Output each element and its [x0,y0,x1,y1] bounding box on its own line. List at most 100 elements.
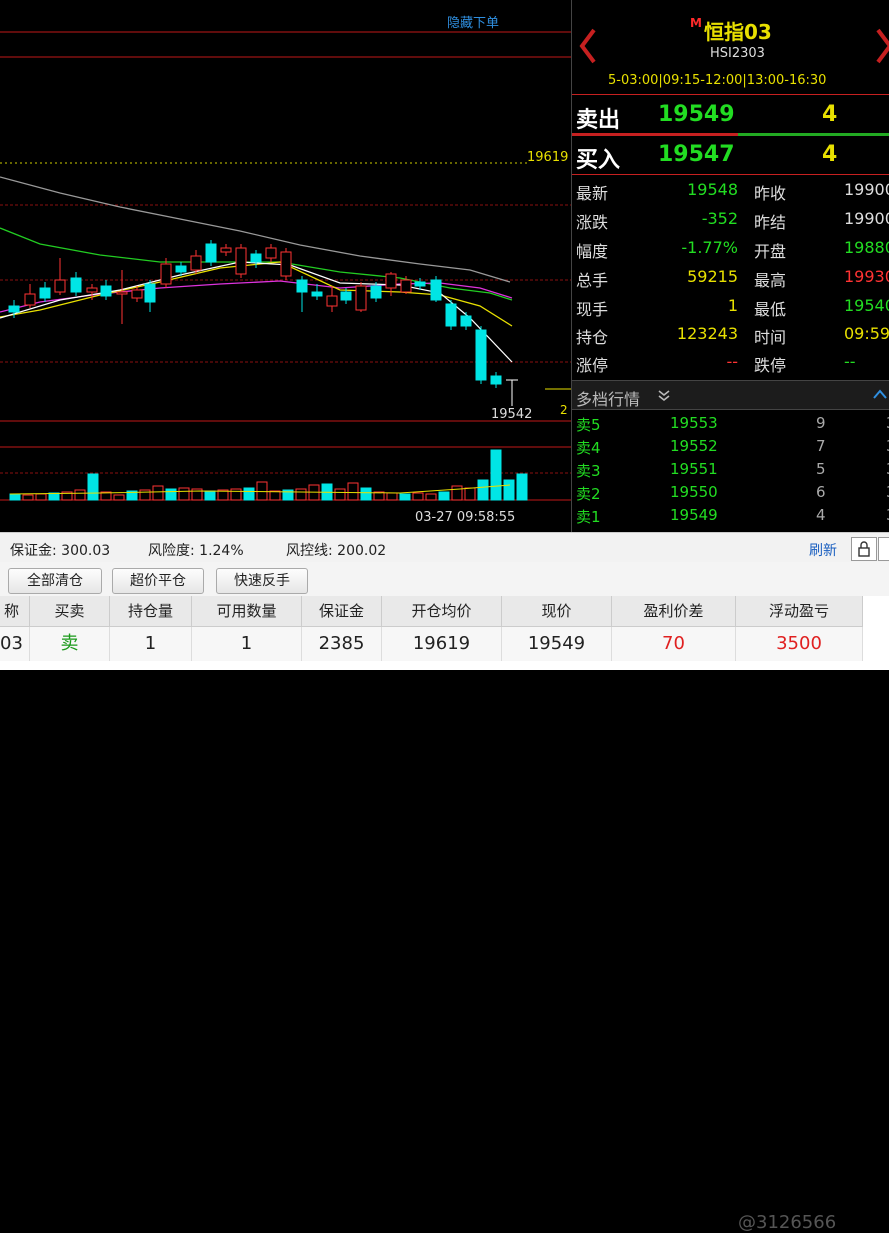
stat-value: 09:59:11 [844,324,889,343]
candle-body [445,303,457,327]
candle-body [86,287,98,293]
stat-value: 59215 [687,267,738,286]
buy-volume: 4 [822,142,838,167]
expand-chevron-icon[interactable] [656,389,672,403]
quick-reverse-button[interactable]: 快速反手 [216,568,308,594]
depth-row[interactable]: 卖11954943 [572,506,889,528]
volume-bar [256,481,268,501]
table-cell: 03 [0,627,30,661]
candle-body [370,285,382,299]
refresh-link[interactable]: 刷新 [809,540,837,560]
sell-row[interactable]: 卖出 19549 4 [572,98,889,134]
volume-bar [230,488,242,501]
candle-body [24,293,36,306]
stat-label: 总手 [576,271,609,290]
stat-value: -352 [701,209,738,228]
contract-code: HSI2303 [710,46,765,61]
watermark: @3126566 [738,1212,837,1233]
column-header[interactable]: 开仓均价 [382,596,502,627]
depth-price: 19549 [670,506,718,524]
depth-row[interactable]: 卖21955063 [572,483,889,505]
window-icon[interactable] [878,537,889,561]
close-all-button[interactable]: 全部清仓 [8,568,102,594]
buy-row[interactable]: 买入 19547 4 [572,138,889,174]
table-cell: 1 [110,627,192,661]
trading-session: 5-03:00|09:15-12:00|13:00-16:30 [608,73,827,88]
column-header[interactable]: 盈利价差 [612,596,736,627]
candle-body [430,279,442,301]
depth-price: 19550 [670,483,718,501]
kline-svg [0,31,571,501]
volume-bar [87,473,99,501]
lock-icon[interactable] [851,537,877,561]
volume-bar [516,473,528,501]
depth-price: 19551 [670,460,718,478]
depth-row[interactable]: 卖41955273 [572,437,889,459]
table-cell: 2385 [302,627,382,661]
depth-label: 卖1 [576,508,601,526]
stat-label: 涨跌 [576,213,609,232]
stat-value: -1.77% [681,238,738,257]
account-bar: 保证金: 300.03 风险度: 1.24% 风控线: 200.02 刷新 [0,532,889,563]
stat-label: 持仓 [576,328,609,347]
candle-body [296,279,308,293]
margin-text: 保证金: 300.03 [10,543,111,559]
buy-label: 买入 [576,148,621,173]
depth-header[interactable]: 多档行情 [572,380,889,410]
depth-price: 19553 [670,414,718,432]
volume-bar [74,489,86,501]
stat-label: 幅度 [576,242,609,261]
depth-label: 卖4 [576,439,601,457]
stat-label: 最新 [576,184,609,203]
stat-value: 123243 [676,324,738,343]
candle-body [175,265,187,273]
column-header[interactable]: 保证金 [302,596,382,627]
candle-body [131,289,143,299]
column-header[interactable]: 可用数量 [192,596,302,627]
volume-bar [464,487,476,501]
button-bar: 全部清仓 超价平仓 快速反手 [0,562,889,596]
depth-price: 19552 [670,437,718,455]
column-header[interactable]: 持仓量 [110,596,192,627]
column-header[interactable]: 买卖 [30,596,110,627]
volume-bar [503,479,515,501]
volume-bar [425,493,437,501]
candle-body [205,243,217,263]
next-arrow-icon[interactable] [874,28,889,64]
candle-body [311,291,323,297]
contract-name: 恒指03 [704,20,772,44]
candle-body [250,253,262,263]
depth-vol: 6 [816,483,826,501]
candle-body [54,279,66,293]
stat-label: 最低 [754,300,787,319]
chart-timestamp: 03-27 09:58:55 [415,510,516,525]
depth-label: 卖2 [576,485,601,503]
volume-bar [9,493,21,501]
depth-vol: 7 [816,437,826,455]
candle-body [355,285,367,311]
over-price-close-button[interactable]: 超价平仓 [112,568,204,594]
collapse-chevron-icon[interactable] [872,388,888,400]
candle-body [414,281,426,287]
volume-bar [360,487,372,501]
main-contract-badge: M [690,16,702,30]
kline-chart[interactable]: 隐藏下单 19619 19542 2 03-27 09:58:55 [0,0,571,532]
column-header[interactable]: 称 [0,596,30,627]
buy-price: 19547 [658,142,735,167]
depth-row[interactable]: 卖51955393 [572,414,889,436]
column-header[interactable]: 现价 [502,596,612,627]
hide-order-link[interactable]: 隐藏下单 [447,12,499,31]
table-cell: 70 [612,627,736,661]
volume-bar [334,488,346,501]
ma-white-line [0,261,513,363]
candle-body [70,277,82,293]
depth-row[interactable]: 卖31955153 [572,460,889,482]
ma-grey-line [0,176,511,283]
volume-bar [269,490,281,501]
stat-value: 19540 [844,296,889,315]
column-header[interactable]: 浮动盈亏 [736,596,863,627]
prev-arrow-icon[interactable] [578,28,598,64]
side-label: 2 [560,403,568,417]
quote-panel: M 恒指03 HSI2303 5-03:00|09:15-12:00|13:00… [571,0,889,532]
stat-value: 19880 [844,238,889,257]
